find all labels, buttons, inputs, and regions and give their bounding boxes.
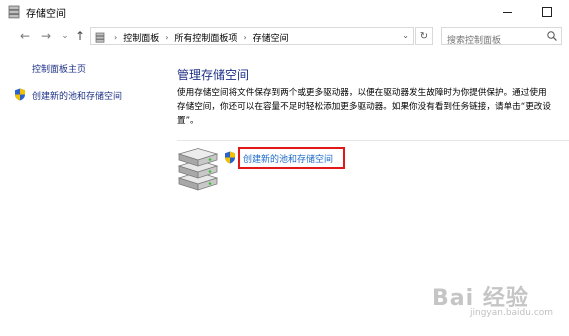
storage-drives-icon	[177, 148, 219, 191]
chevron-down-icon: ⌄	[61, 31, 69, 41]
uac-shield-icon	[15, 88, 25, 101]
breadcrumb: › 控制面板 › 所有控制面板项 › 存储空间	[95, 30, 289, 44]
maximize-button[interactable]	[530, 3, 564, 21]
maximize-icon	[542, 7, 552, 17]
refresh-icon: ↻	[419, 30, 429, 42]
minimize-button[interactable]	[490, 3, 524, 21]
chevron-right-icon: ›	[165, 32, 169, 42]
search-icon	[547, 31, 557, 41]
address-dropdown-icon[interactable]: ⌄	[402, 31, 409, 40]
page-title: 管理存储空间	[177, 68, 250, 82]
chevron-right-icon: ›	[114, 32, 118, 42]
sidebar-item-create-pool[interactable]: 创建新的池和存储空间	[32, 89, 122, 102]
back-arrow-icon: ←	[19, 29, 31, 43]
storage-spaces-icon	[8, 5, 20, 19]
breadcrumb-control-panel[interactable]: 控制面板	[123, 31, 159, 44]
up-arrow-icon: ↑	[74, 29, 86, 43]
control-panel-icon	[95, 32, 105, 43]
title-bar: 存储空间	[0, 0, 569, 24]
forward-arrow-icon: →	[40, 29, 52, 43]
create-pool-link[interactable]: 创建新的池和存储空间	[243, 152, 333, 165]
window-title: 存储空间	[26, 9, 66, 20]
forward-button[interactable]: →	[38, 28, 54, 44]
breadcrumb-all-items[interactable]: 所有控制面板项	[174, 31, 237, 44]
search-box[interactable]	[441, 27, 562, 48]
address-bar[interactable]: › 控制面板 › 所有控制面板项 › 存储空间 ⌄	[90, 27, 414, 45]
uac-shield-icon	[225, 151, 235, 164]
sidebar: 控制面板主页 创建新的池和存储空间	[0, 48, 160, 336]
watermark-url: jingyan.baidu.com	[470, 308, 554, 318]
recent-locations-button[interactable]: ⌄	[57, 28, 73, 44]
search-input[interactable]	[447, 34, 547, 48]
navigation-bar: ← → ⌄ ↑ › 控制面板 › 所有控制面板项 › 存储空间 ⌄ ↻	[0, 24, 569, 48]
up-button[interactable]: ↑	[72, 28, 88, 44]
page-description: 使用存储空间将文件保存到两个或更多驱动器，以便在驱动器发生故障时为你提供保护。通…	[177, 88, 551, 126]
chevron-right-icon: ›	[243, 32, 247, 42]
minimize-icon	[502, 11, 512, 13]
refresh-button[interactable]: ↻	[415, 27, 433, 45]
divider	[177, 140, 569, 141]
sidebar-item-control-panel-home[interactable]: 控制面板主页	[32, 62, 86, 75]
back-button[interactable]: ←	[17, 28, 33, 44]
breadcrumb-storage-spaces[interactable]: 存储空间	[253, 31, 289, 44]
